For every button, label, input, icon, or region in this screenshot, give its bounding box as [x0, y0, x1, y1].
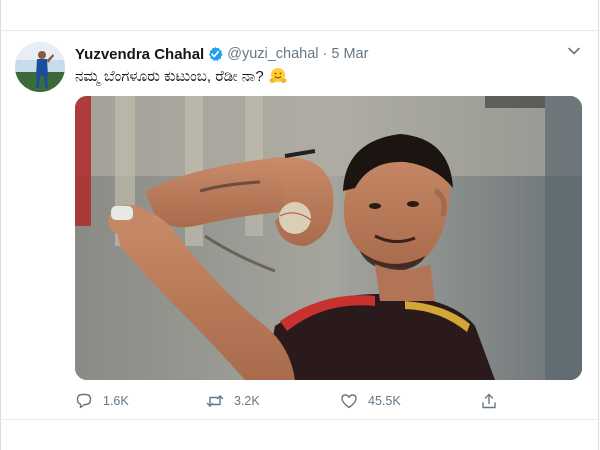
retweet-count: 3.2K [234, 394, 260, 408]
top-divider [0, 30, 600, 31]
header-separator: · [322, 46, 328, 62]
bottom-divider [0, 419, 600, 420]
tweet-photo[interactable] [75, 96, 582, 380]
share-icon [482, 393, 496, 409]
right-border [598, 0, 599, 450]
tweet-text-row: ನಮ್ಮ ಬೆಂಗಳೂರು ಕುಟುಂಬ, ರೆಡೀ ನಾ? [75, 65, 287, 87]
left-border [0, 0, 1, 450]
author-handle[interactable]: @yuzi_chahal [227, 46, 318, 62]
tweet-date[interactable]: 5 Mar [331, 46, 368, 62]
heart-icon [341, 394, 357, 409]
tweet-actions: 1.6K 3.2K 45.5K [75, 390, 505, 412]
share-button[interactable] [480, 390, 498, 412]
tweet-text: ನಮ್ಮ ಬೆಂಗಳೂರು ಕುಟುಂಬ, ರೆಡೀ ನಾ? [75, 67, 264, 85]
verified-badge-icon [207, 46, 223, 62]
like-button[interactable]: 45.5K [340, 390, 401, 412]
chevron-down-icon[interactable] [566, 43, 582, 59]
like-count: 45.5K [368, 394, 401, 408]
author-name[interactable]: Yuzvendra Chahal [75, 46, 204, 63]
avatar[interactable] [15, 42, 65, 92]
reply-icon [76, 393, 92, 409]
retweet-button[interactable]: 3.2K [206, 390, 260, 412]
tweet-header: Yuzvendra Chahal @yuzi_chahal · 5 Mar [75, 44, 368, 64]
reply-count: 1.6K [103, 394, 129, 408]
retweet-icon [206, 395, 224, 407]
hugging-face-emoji-icon [269, 67, 287, 85]
reply-button[interactable]: 1.6K [75, 390, 129, 412]
